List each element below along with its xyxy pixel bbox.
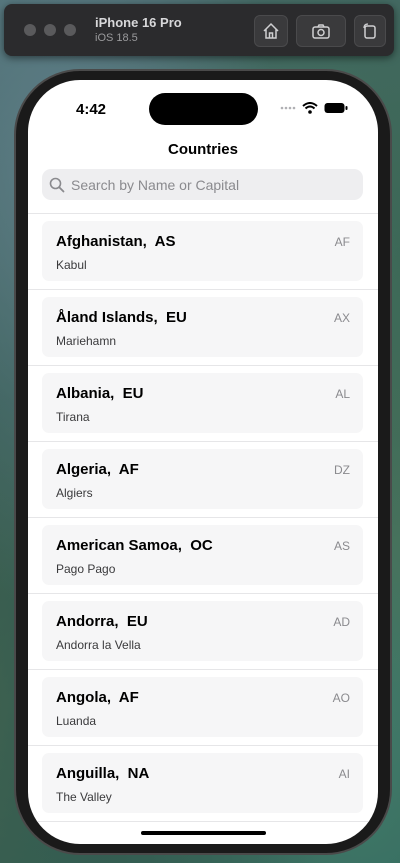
- screenshot-button[interactable]: [296, 15, 346, 47]
- country-card[interactable]: Albania, EU Tirana AL: [42, 373, 363, 433]
- list-item: Albania, EU Tirana AL: [28, 366, 378, 442]
- list-item: Andorra, EU Andorra la Vella AD: [28, 594, 378, 670]
- zoom-window-button[interactable]: [64, 24, 76, 36]
- dynamic-island: [149, 93, 258, 125]
- list-item: Algeria, AF Algiers DZ: [28, 442, 378, 518]
- country-capital: Mariehamn: [56, 334, 117, 348]
- country-capital: Pago Pago: [56, 562, 116, 576]
- country-name: Anguilla, NA: [56, 765, 150, 782]
- country-name: Angola, AF: [56, 689, 139, 706]
- wifi-icon: [302, 102, 318, 114]
- home-button[interactable]: [254, 15, 288, 47]
- country-card[interactable]: Angola, AF Luanda AO: [42, 677, 363, 737]
- country-code: AI: [338, 767, 350, 781]
- country-list: Afghanistan, AS Kabul AF Åland Islands, …: [28, 213, 378, 822]
- list-item: American Samoa, OC Pago Pago AS: [28, 518, 378, 594]
- camera-icon: [312, 24, 330, 39]
- country-code: AS: [333, 539, 350, 553]
- country-name: Åland Islands, EU: [56, 309, 187, 326]
- search-input[interactable]: [71, 176, 351, 193]
- page-title: Countries: [167, 141, 238, 158]
- country-code: AO: [332, 691, 350, 705]
- home-icon: [263, 22, 279, 39]
- status-time: 4:42: [76, 101, 107, 118]
- os-version: iOS 18.5: [95, 32, 138, 44]
- country-name: Algeria, AF: [56, 461, 139, 478]
- country-capital: Kabul: [56, 258, 87, 272]
- country-capital: The Valley: [56, 790, 112, 804]
- rotate-icon: [363, 23, 376, 39]
- country-capital: Andorra la Vella: [56, 638, 141, 652]
- country-code: DZ: [334, 463, 350, 477]
- list-item: Åland Islands, EU Mariehamn AX: [28, 290, 378, 366]
- list-item: Anguilla, NA The Valley AI: [28, 746, 378, 822]
- country-card[interactable]: Afghanistan, AS Kabul AF: [42, 221, 363, 281]
- country-card[interactable]: Åland Islands, EU Mariehamn AX: [42, 297, 363, 357]
- country-code: AD: [333, 615, 350, 629]
- list-item: Angola, AF Luanda AO: [28, 670, 378, 746]
- cellular-icon: [280, 106, 296, 110]
- battery-icon: [324, 103, 348, 113]
- minimize-window-button[interactable]: [44, 24, 56, 36]
- country-code: AL: [335, 387, 350, 401]
- close-window-button[interactable]: [24, 24, 36, 36]
- country-name: Albania, EU: [56, 385, 144, 402]
- country-card[interactable]: Andorra, EU Andorra la Vella AD: [42, 601, 363, 661]
- country-name: American Samoa, OC: [56, 537, 213, 554]
- simulator-toolbar: iPhone 16 Pro iOS 18.5: [4, 4, 394, 56]
- status-icons: [280, 102, 348, 114]
- home-indicator[interactable]: [141, 831, 266, 835]
- country-code: AX: [333, 311, 350, 325]
- country-card[interactable]: American Samoa, OC Pago Pago AS: [42, 525, 363, 585]
- list-item: Afghanistan, AS Kabul AF: [28, 214, 378, 290]
- country-capital: Luanda: [56, 714, 97, 728]
- country-card[interactable]: Anguilla, NA The Valley AI: [42, 753, 363, 813]
- country-card[interactable]: Algeria, AF Algiers DZ: [42, 449, 363, 509]
- country-name: Afghanistan, AS: [56, 233, 176, 250]
- search-icon: [49, 177, 65, 192]
- phone-screen: 4:42 Countries Afghanistan, AS: [28, 80, 378, 844]
- search-bar[interactable]: [42, 169, 363, 200]
- device-name: iPhone 16 Pro: [95, 15, 182, 30]
- country-capital: Algiers: [56, 486, 93, 500]
- country-code: AF: [334, 235, 350, 249]
- country-capital: Tirana: [56, 410, 90, 424]
- country-name: Andorra, EU: [56, 613, 148, 630]
- rotate-button[interactable]: [354, 15, 386, 47]
